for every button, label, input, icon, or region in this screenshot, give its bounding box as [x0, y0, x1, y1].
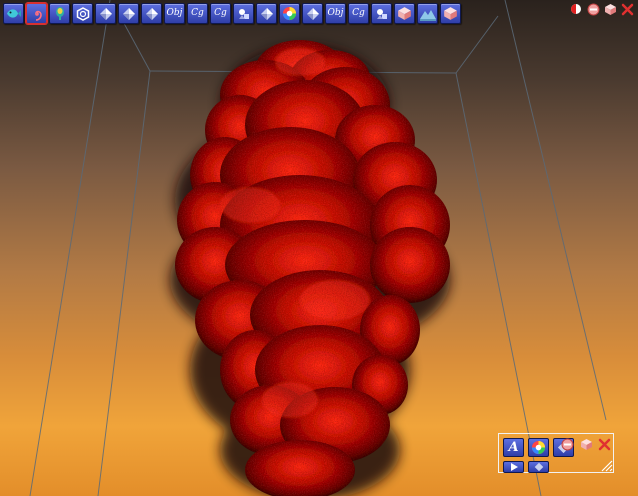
toolbar-button-12[interactable]: [256, 3, 277, 24]
toolbar-button-15[interactable]: Obj: [325, 3, 346, 24]
3d-viewport[interactable]: [0, 0, 638, 496]
toolbar-button-7[interactable]: [141, 3, 162, 24]
close-icon[interactable]: [620, 2, 634, 16]
toolbar-button-6[interactable]: [118, 3, 139, 24]
mini-close-icon[interactable]: [598, 438, 611, 451]
cg-text-icon: Cg: [352, 8, 365, 18]
diamond-button-2[interactable]: [528, 461, 549, 473]
shapes-icon: [375, 7, 389, 21]
obj-text-icon: Obj: [327, 8, 344, 18]
scene-canvas[interactable]: [0, 0, 638, 496]
cube-icon[interactable]: [603, 2, 617, 16]
toolbar-button-13[interactable]: [279, 3, 300, 24]
toolbar-button-10[interactable]: Cg: [210, 3, 231, 24]
main-toolbar: Obj Cg Cg Obj Cg: [3, 3, 461, 24]
color-wheel-icon: [282, 6, 297, 21]
toolbar-button-9[interactable]: Cg: [187, 3, 208, 24]
toolbar-button-3[interactable]: [49, 3, 70, 24]
mini-cube-icon[interactable]: [580, 438, 593, 451]
shapes-icon: [237, 7, 251, 21]
color-wheel-button[interactable]: [528, 438, 549, 457]
cube-pink-icon: [443, 6, 458, 21]
toolbar-button-18[interactable]: [394, 3, 415, 24]
toolbar-button-1[interactable]: [3, 3, 24, 24]
toolbar-button-8[interactable]: Obj: [164, 3, 185, 24]
figure-icon: [54, 6, 66, 21]
minimize-icon[interactable]: [586, 2, 600, 16]
diamond-icon: [99, 7, 113, 21]
cg-text-icon: Cg: [214, 8, 227, 18]
resize-grip-icon[interactable]: [599, 458, 613, 472]
arrow-icon: [510, 463, 518, 471]
text-icon: A: [508, 440, 519, 455]
sphere-icon[interactable]: [569, 2, 583, 16]
smoke-column: [175, 40, 450, 496]
text-button[interactable]: A: [503, 438, 524, 457]
toolbar-button-4[interactable]: [72, 3, 93, 24]
color-wheel-icon: [531, 440, 546, 455]
toolbar-button-16[interactable]: Cg: [348, 3, 369, 24]
spiral-icon: [30, 7, 44, 21]
toolbar-button-20[interactable]: [440, 3, 461, 24]
diamond-icon: [260, 7, 274, 21]
mini-minimize-icon[interactable]: [561, 438, 574, 451]
diamond-icon: [145, 7, 159, 21]
toolbar-button-19[interactable]: [417, 3, 438, 24]
arrow-button[interactable]: [503, 461, 524, 473]
mini-panel: A: [498, 433, 614, 473]
cube-pink-icon: [397, 6, 412, 21]
cg-text-icon: Cg: [191, 8, 204, 18]
toolbar-button-17[interactable]: [371, 3, 392, 24]
toolbar-button-2[interactable]: [26, 3, 47, 24]
window-controls: [569, 2, 634, 16]
diamond-icon: [534, 462, 543, 472]
hexagon-icon: [76, 6, 90, 21]
terrain-icon: [419, 7, 436, 21]
diamond-icon: [122, 7, 136, 21]
toolbar-button-11[interactable]: [233, 3, 254, 24]
diamond-icon: [306, 7, 320, 21]
toolbar-button-14[interactable]: [302, 3, 323, 24]
obj-text-icon: Obj: [166, 8, 183, 18]
toolbar-button-5[interactable]: [95, 3, 116, 24]
fish-icon: [6, 7, 21, 20]
